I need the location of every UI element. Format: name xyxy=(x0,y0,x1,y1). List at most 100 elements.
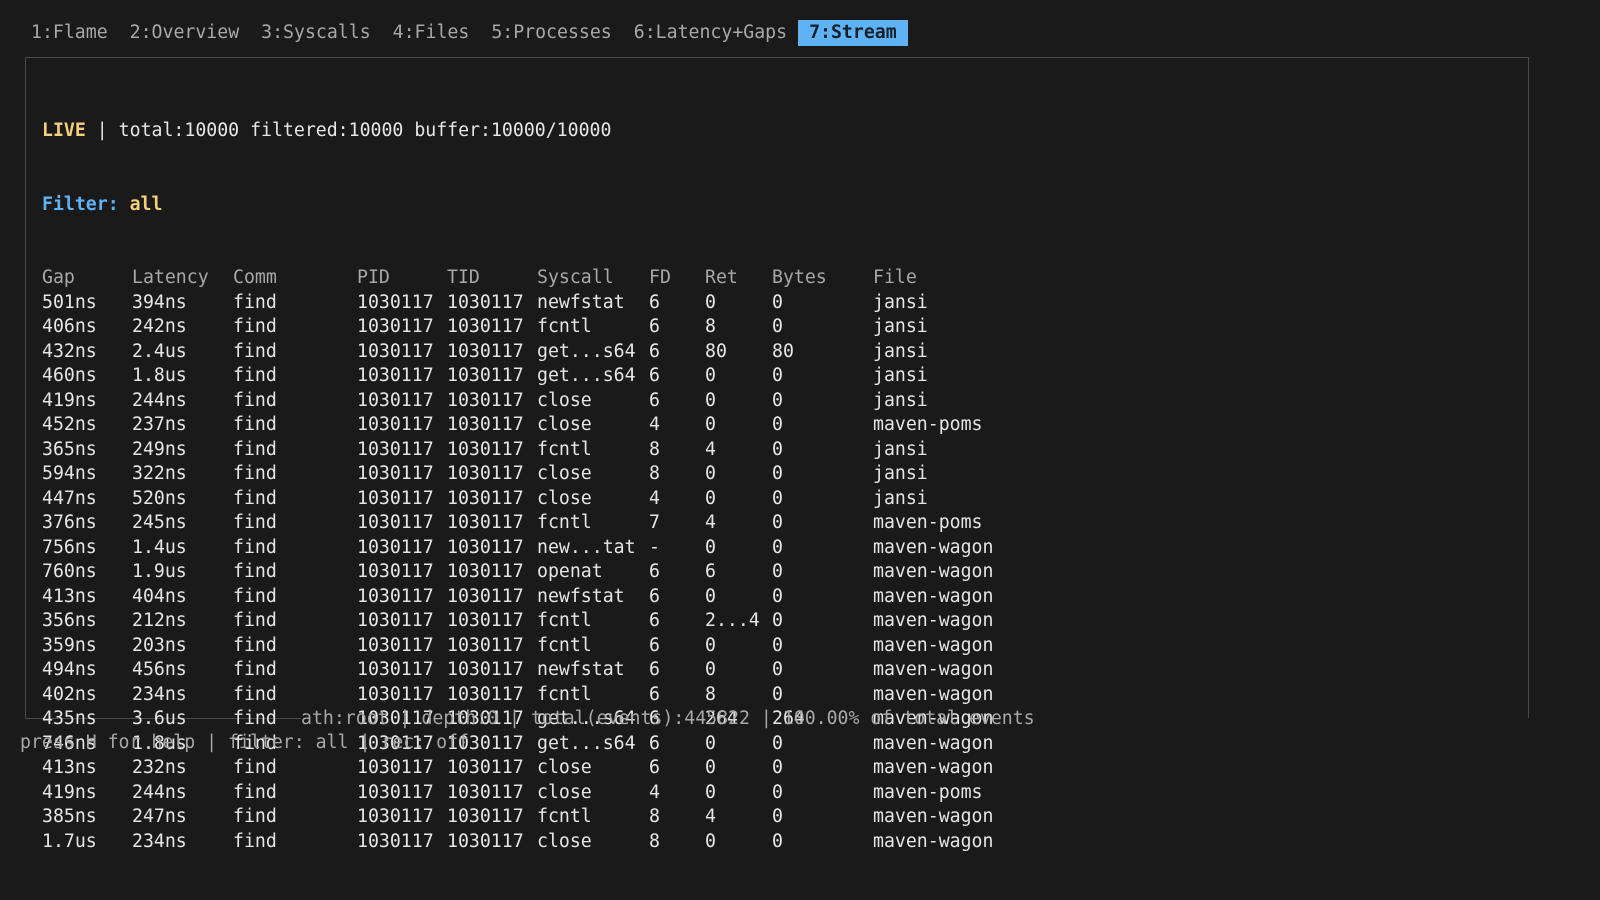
cell-gap: 452ns xyxy=(42,414,97,435)
cell-syscall: new...tat xyxy=(537,536,636,558)
cell-tid: 1030117 xyxy=(447,316,524,337)
cell-syscall: fcntl xyxy=(537,683,592,705)
cell-syscall: get...s64 xyxy=(537,365,636,386)
cell-pid: 1030117 xyxy=(357,830,434,852)
cell-latency: 203ns xyxy=(132,634,187,656)
cell-tid: 1030117 xyxy=(447,438,524,460)
cell-bytes: 0 xyxy=(772,536,783,558)
cell-file: maven-wagon xyxy=(873,610,994,631)
table-row[interactable]: 419ns 244ns find 1030117 1030117 close 6 0 0 jans… xyxy=(42,389,1073,414)
filter-value[interactable]: all xyxy=(130,194,163,215)
tab-flame[interactable]: 1:Flame xyxy=(20,20,119,46)
tab-syscalls[interactable]: 3:Syscalls xyxy=(250,20,382,46)
tab-stream[interactable]: 7:Stream xyxy=(798,20,908,46)
column-header-syscall: Syscall xyxy=(537,267,614,288)
tab-overview[interactable]: 2:Overview xyxy=(119,20,251,46)
table-row[interactable]: 447ns 520ns find 1030117 1030117 close 4 0 0 jans… xyxy=(42,487,1073,512)
cell-tid: 1030117 xyxy=(447,683,524,705)
cell-tid: 1030117 xyxy=(447,365,524,386)
cell-gap: 501ns xyxy=(42,291,97,313)
cell-gap: 432ns xyxy=(42,340,97,362)
cell-bytes: 0 xyxy=(772,414,783,435)
cell-file: maven-wagon xyxy=(873,634,994,656)
table-row[interactable]: 1.7us 234ns find 1030117 1030117 close 8 0 0 mave… xyxy=(42,830,1073,855)
table-row[interactable]: 376ns 245ns find 1030117 1030117 fcntl 7 4 0 mave… xyxy=(42,511,1073,536)
cell-comm: find xyxy=(233,340,277,362)
table-row[interactable]: 406ns 242ns find 1030117 1030117 fcntl 6 8 0 jans… xyxy=(42,315,1073,340)
cell-latency: 394ns xyxy=(132,291,187,313)
cell-comm: find xyxy=(233,781,277,803)
tab-processes[interactable]: 5:Processes xyxy=(480,20,622,46)
cell-fd: 6 xyxy=(649,634,660,656)
cell-pid: 1030117 xyxy=(357,781,434,803)
table-row[interactable]: 385ns 247ns find 1030117 1030117 fcntl 8 4 0 mave… xyxy=(42,805,1073,830)
cell-pid: 1030117 xyxy=(357,757,434,778)
cell-bytes: 0 xyxy=(772,389,783,411)
cell-file: maven-wagon xyxy=(873,585,994,607)
table-row[interactable]: 365ns 249ns find 1030117 1030117 fcntl 8 4 0 jans… xyxy=(42,438,1073,463)
table-row[interactable]: 413ns 404ns find 1030117 1030117 newfstat 6 0 0 m… xyxy=(42,585,1073,610)
cell-file: maven-wagon xyxy=(873,561,994,582)
cell-pid: 1030117 xyxy=(357,585,434,607)
tab-latency-gaps[interactable]: 6:Latency+Gaps xyxy=(623,20,798,46)
cell-comm: find xyxy=(233,438,277,460)
cell-ret: 0 xyxy=(705,291,716,313)
cell-latency: 212ns xyxy=(132,610,187,631)
table-row[interactable]: 756ns 1.4us find 1030117 1030117 new...tat - 0 0… xyxy=(42,536,1073,561)
cell-latency: 237ns xyxy=(132,414,187,435)
cell-syscall: close xyxy=(537,757,592,778)
table-row[interactable]: 760ns 1.9us find 1030117 1030117 openat 6 6 0 mav… xyxy=(42,560,1073,585)
cell-comm: find xyxy=(233,830,277,852)
buffer-totals: total:10000 filtered:10000 buffer:10000/… xyxy=(118,120,612,141)
cell-comm: find xyxy=(233,561,277,582)
cell-ret: 4 xyxy=(705,438,716,460)
cell-bytes: 0 xyxy=(772,757,783,778)
table-row[interactable]: 501ns 394ns find 1030117 1030117 newfstat 6 0 0 j… xyxy=(42,291,1073,316)
table-row[interactable]: 432ns 2.4us find 1030117 1030117 get...s64 6 80… xyxy=(42,340,1073,365)
table-body[interactable]: 501ns 394ns find 1030117 1030117 newfstat 6 0 0 j… xyxy=(42,291,1073,855)
cell-gap: 385ns xyxy=(42,806,97,827)
cell-comm: find xyxy=(233,365,277,386)
table-row[interactable]: 494ns 456ns find 1030117 1030117 newfstat 6 0 0 m… xyxy=(42,658,1073,683)
cell-file: maven-wagon xyxy=(873,732,994,754)
cell-ret: 4 xyxy=(705,806,716,827)
cell-file: jansi xyxy=(873,438,928,460)
cell-tid: 1030117 xyxy=(447,487,524,509)
table-row[interactable]: 460ns 1.8us find 1030117 1030117 get...s64 6 0 0… xyxy=(42,364,1073,389)
cell-pid: 1030117 xyxy=(357,806,434,827)
cell-ret: 0 xyxy=(705,634,716,656)
cell-gap: 376ns xyxy=(42,512,97,533)
cell-latency: 245ns xyxy=(132,512,187,533)
cell-pid: 1030117 xyxy=(357,340,434,362)
cell-pid: 1030117 xyxy=(357,438,434,460)
tab-files[interactable]: 4:Files xyxy=(382,20,481,46)
cell-ret: 6 xyxy=(705,561,716,582)
cell-ret: 8 xyxy=(705,683,716,705)
table-row[interactable]: 594ns 322ns find 1030117 1030117 close 8 0 0 jans… xyxy=(42,462,1073,487)
cell-fd: 4 xyxy=(649,414,660,435)
table-row[interactable]: 402ns 234ns find 1030117 1030117 fcntl 6 8 0 mave… xyxy=(42,683,1073,708)
table-row[interactable]: 413ns 232ns find 1030117 1030117 close 6 0 0 mave… xyxy=(42,756,1073,781)
cell-file: maven-poms xyxy=(873,781,983,803)
cell-fd: 6 xyxy=(649,659,660,680)
cell-fd: 6 xyxy=(649,389,660,411)
cell-pid: 1030117 xyxy=(357,487,434,509)
cell-file: maven-wagon xyxy=(873,830,994,852)
cell-syscall: close xyxy=(537,414,592,435)
cell-ret: 0 xyxy=(705,781,716,803)
cell-syscall: close xyxy=(537,389,592,411)
cell-file: maven-wagon xyxy=(873,536,994,558)
table-row[interactable]: 356ns 212ns find 1030117 1030117 fcntl 6 2...4 0… xyxy=(42,609,1073,634)
cell-latency: 232ns xyxy=(132,757,187,778)
cell-tid: 1030117 xyxy=(447,536,524,558)
cell-syscall: get...s64 xyxy=(537,732,636,754)
cell-fd: 6 xyxy=(649,291,660,313)
cell-fd: 8 xyxy=(649,806,660,827)
table-row[interactable]: 359ns 203ns find 1030117 1030117 fcntl 6 0 0 mave… xyxy=(42,634,1073,659)
cell-latency: 1.4us xyxy=(132,536,187,558)
cell-syscall: close xyxy=(537,463,592,484)
cell-bytes: 0 xyxy=(772,438,783,460)
cell-file: maven-wagon xyxy=(873,757,994,778)
table-row[interactable]: 419ns 244ns find 1030117 1030117 close 4 0 0 mave… xyxy=(42,781,1073,806)
table-row[interactable]: 452ns 237ns find 1030117 1030117 close 4 0 0 mave… xyxy=(42,413,1073,438)
